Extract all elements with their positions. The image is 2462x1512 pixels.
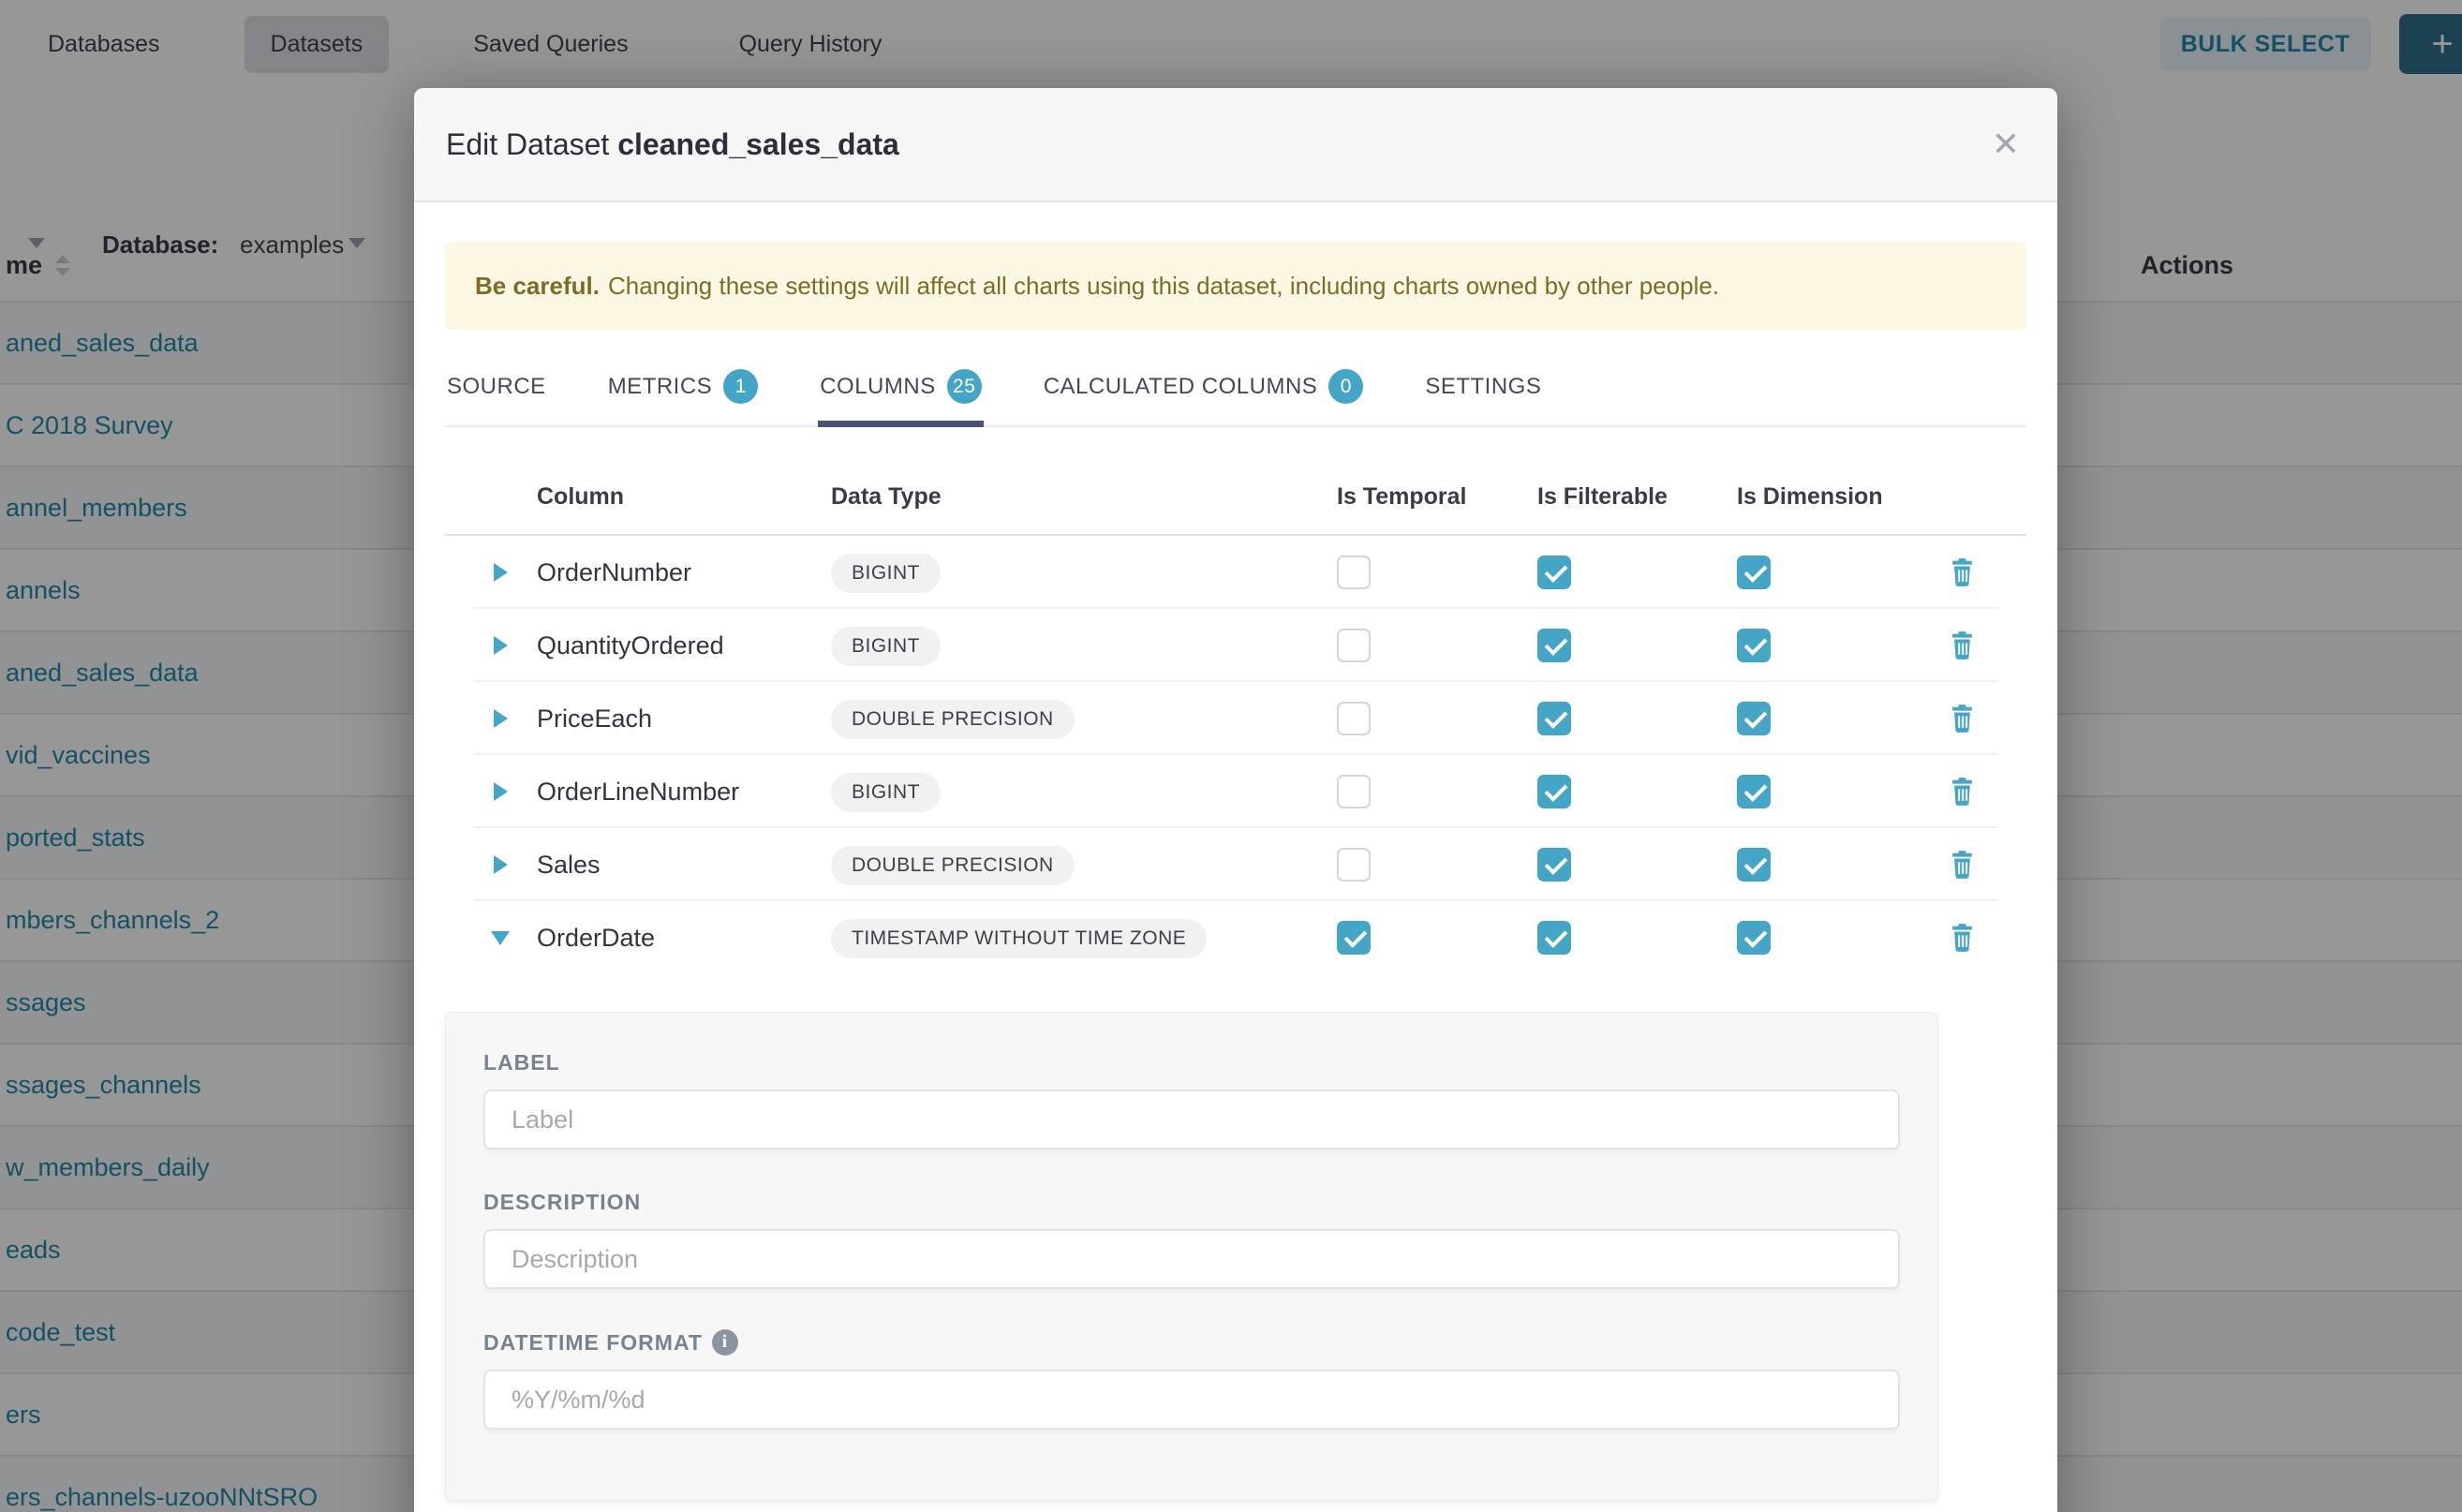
- tab-label: CALCULATED COLUMNS: [1044, 374, 1318, 400]
- expand-caret-icon[interactable]: [494, 636, 508, 655]
- is-temporal-checkbox[interactable]: [1337, 556, 1371, 589]
- tab-label: SETTINGS: [1425, 374, 1541, 400]
- expand-caret-icon[interactable]: [494, 855, 508, 874]
- is-filterable-checkbox[interactable]: [1537, 775, 1571, 808]
- column-name: Sales: [537, 851, 601, 880]
- is-dimension-checkbox[interactable]: [1737, 629, 1771, 662]
- expand-caret-icon[interactable]: [491, 931, 510, 945]
- is-temporal-checkbox[interactable]: [1337, 848, 1371, 882]
- column-name: OrderDate: [537, 924, 655, 953]
- expand-caret-icon[interactable]: [494, 782, 508, 801]
- column-row: OrderNumber BIGINT: [445, 536, 2026, 609]
- description-field-group: DESCRIPTION: [483, 1190, 1900, 1289]
- column-row: Sales DOUBLE PRECISION: [445, 828, 2026, 901]
- tab-label: COLUMNS: [820, 374, 936, 400]
- close-icon[interactable]: ✕: [1986, 122, 2025, 167]
- modal-body: Be careful. Changing these settings will…: [414, 242, 2057, 1501]
- delete-column-icon[interactable]: [1948, 703, 1977, 739]
- delete-column-icon[interactable]: [1948, 776, 1977, 812]
- column-name: PriceEach: [537, 704, 652, 734]
- description-input[interactable]: [483, 1229, 1900, 1289]
- is-temporal-checkbox[interactable]: [1337, 921, 1371, 955]
- column-name: QuantityOrdered: [537, 631, 724, 660]
- warning-text: Changing these settings will affect all …: [608, 272, 1719, 301]
- tab-label: METRICS: [608, 374, 713, 400]
- is-filterable-header: Is Filterable: [1537, 483, 1668, 511]
- data-type-header: Data Type: [831, 483, 942, 511]
- is-filterable-checkbox[interactable]: [1537, 702, 1571, 735]
- tab-count-badge: 25: [947, 369, 982, 404]
- columns-table-header: Column Data Type Is Temporal Is Filterab…: [445, 459, 2026, 536]
- edit-dataset-modal: Edit Dataset cleaned_sales_data ✕ Be car…: [414, 88, 2057, 1512]
- is-dimension-checkbox[interactable]: [1737, 848, 1771, 882]
- is-filterable-checkbox[interactable]: [1537, 556, 1571, 589]
- column-row: OrderLineNumber BIGINT: [445, 755, 2026, 828]
- is-filterable-checkbox[interactable]: [1537, 629, 1571, 662]
- is-dimension-header: Is Dimension: [1737, 483, 1883, 511]
- is-dimension-checkbox[interactable]: [1737, 775, 1771, 808]
- delete-column-icon[interactable]: [1948, 630, 1977, 666]
- modal-title-dataset-name: cleaned_sales_data: [617, 127, 899, 161]
- column-row: QuantityOrdered BIGINT: [445, 609, 2026, 682]
- data-type-pill: DOUBLE PRECISION: [831, 846, 1075, 885]
- columns-table-body: OrderNumber BIGINT QuantityOrdered BIGIN…: [445, 536, 2026, 974]
- is-temporal-checkbox[interactable]: [1337, 702, 1371, 735]
- data-type-pill: DOUBLE PRECISION: [831, 700, 1075, 739]
- warning-banner: Be careful. Changing these settings will…: [445, 242, 2026, 330]
- is-filterable-checkbox[interactable]: [1537, 921, 1571, 955]
- data-type-pill: BIGINT: [831, 554, 941, 593]
- modal-header: Edit Dataset cleaned_sales_data ✕: [414, 88, 2057, 202]
- column-header: Column: [537, 483, 624, 511]
- datetime-format-input[interactable]: [483, 1370, 1900, 1430]
- tab-calculated-columns[interactable]: CALCULATED COLUMNS 0: [1042, 356, 1366, 427]
- screen: DatabasesDatasetsSaved QueriesQuery Hist…: [0, 0, 2462, 1512]
- is-filterable-checkbox[interactable]: [1537, 848, 1571, 882]
- warning-bold-text: Be careful.: [475, 272, 600, 301]
- data-type-pill: TIMESTAMP WITHOUT TIME ZONE: [831, 919, 1207, 958]
- tab-settings[interactable]: SETTINGS: [1423, 356, 1543, 427]
- delete-column-icon[interactable]: [1948, 556, 1977, 593]
- is-temporal-header: Is Temporal: [1337, 483, 1466, 511]
- tab-source[interactable]: SOURCE: [445, 356, 548, 427]
- column-row: PriceEach DOUBLE PRECISION: [445, 682, 2026, 755]
- column-row: OrderDate TIMESTAMP WITHOUT TIME ZONE: [445, 901, 2026, 974]
- is-dimension-checkbox[interactable]: [1737, 702, 1771, 735]
- modal-title: Edit Dataset cleaned_sales_data: [446, 127, 899, 162]
- is-temporal-checkbox[interactable]: [1337, 775, 1371, 808]
- data-type-pill: BIGINT: [831, 773, 941, 812]
- column-name: OrderNumber: [537, 558, 691, 587]
- tab-label: SOURCE: [447, 374, 546, 400]
- is-dimension-checkbox[interactable]: [1737, 556, 1771, 589]
- datetime-format-field-label: DATETIME FORMAT i: [483, 1329, 1900, 1356]
- label-field-group: LABEL: [483, 1050, 1900, 1149]
- tab-count-badge: 1: [723, 369, 758, 404]
- column-editor-panel: LABEL DESCRIPTION DATETIME FORMAT i: [445, 1012, 1938, 1501]
- info-icon[interactable]: i: [712, 1329, 738, 1356]
- expand-caret-icon[interactable]: [494, 563, 508, 582]
- modal-tabs: SOURCE METRICS 1 COLUMNS 25 CALCULATED C…: [445, 356, 2026, 427]
- data-type-pill: BIGINT: [831, 627, 941, 666]
- tab-count-badge: 0: [1328, 369, 1363, 404]
- is-dimension-checkbox[interactable]: [1737, 921, 1771, 955]
- label-field-label: LABEL: [483, 1050, 1900, 1075]
- expand-caret-icon[interactable]: [494, 709, 508, 728]
- label-input[interactable]: [483, 1090, 1900, 1149]
- description-field-label: DESCRIPTION: [483, 1190, 1900, 1215]
- modal-title-prefix: Edit Dataset: [446, 127, 609, 161]
- delete-column-icon[interactable]: [1948, 922, 1977, 958]
- column-name: OrderLineNumber: [537, 778, 739, 807]
- delete-column-icon[interactable]: [1948, 849, 1977, 885]
- is-temporal-checkbox[interactable]: [1337, 629, 1371, 662]
- tab-columns[interactable]: COLUMNS 25: [818, 356, 984, 427]
- tab-metrics[interactable]: METRICS 1: [606, 356, 761, 427]
- datetime-format-field-group: DATETIME FORMAT i: [483, 1329, 1900, 1430]
